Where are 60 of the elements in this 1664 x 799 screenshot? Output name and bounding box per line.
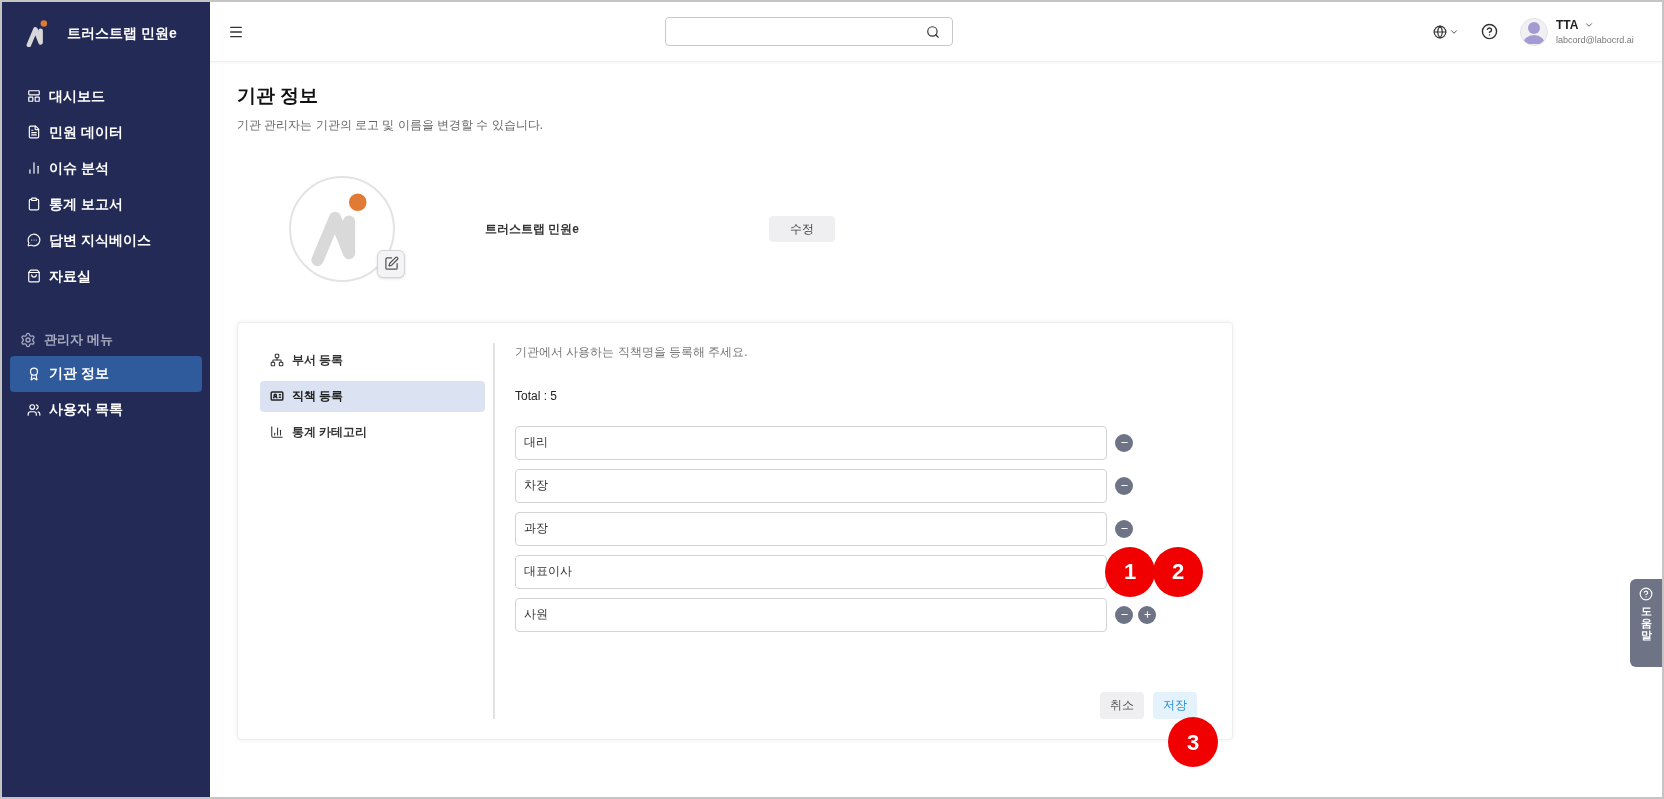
search-field[interactable] xyxy=(664,17,953,46)
callout-marker: 3 xyxy=(1168,717,1218,767)
add-button[interactable] xyxy=(1138,605,1156,624)
page-subtitle: 기관 관리자는 기관의 로고 및 이름을 변경할 수 있습니다. xyxy=(237,116,544,134)
user-email: labcord@labocrd.ai xyxy=(1556,33,1635,47)
organization-name: 트러스트랩 민원e xyxy=(485,220,580,238)
award-icon xyxy=(27,366,41,381)
section-heading: 관리자 메뉴 xyxy=(44,331,113,349)
sidebar-item[interactable]: 통계 보고서 xyxy=(10,186,202,222)
page-title: 기관 정보 xyxy=(237,84,320,108)
id-card-icon xyxy=(270,389,284,404)
position-input[interactable]: 사원 xyxy=(515,597,1107,632)
layout-icon xyxy=(27,89,41,103)
settings-tab[interactable]: 부서 등록 xyxy=(260,344,485,376)
settings-tab[interactable]: 직책 등록 xyxy=(260,380,485,412)
help-tab[interactable]: 도움말 xyxy=(1630,579,1662,667)
chat-bubble-icon xyxy=(27,233,41,247)
remove-button[interactable] xyxy=(1115,433,1133,452)
sidebar-item[interactable]: 이슈 분석 xyxy=(10,150,202,186)
edit-logo-button[interactable] xyxy=(377,249,405,278)
edit-button[interactable]: 수정 xyxy=(769,215,835,242)
settings-icon xyxy=(20,331,36,348)
settings-tab[interactable]: 통계 카테고리 xyxy=(260,416,485,448)
users-icon xyxy=(27,402,41,417)
plus-icon xyxy=(1142,610,1152,620)
user-silhouette-icon xyxy=(1523,19,1545,44)
document-icon xyxy=(27,125,41,139)
sidebar-item[interactable]: 대시보드 xyxy=(10,78,202,114)
hierarchy-icon xyxy=(270,353,284,368)
sidebar-item[interactable]: 답변 지식베이스 xyxy=(10,222,202,258)
callout-marker: 2 xyxy=(1153,546,1203,597)
position-input[interactable]: 과장 xyxy=(515,511,1107,546)
cancel-button[interactable]: 취소 xyxy=(1100,691,1144,719)
bar-chart-icon xyxy=(27,161,41,175)
position-input[interactable]: 대표이사 xyxy=(515,554,1107,589)
remove-button[interactable] xyxy=(1115,476,1133,495)
globe-icon xyxy=(1433,24,1447,39)
remove-button[interactable] xyxy=(1115,605,1133,624)
total-count: Total : 5 xyxy=(515,387,559,405)
sidebar-item[interactable]: 사용자 목록 xyxy=(10,391,202,428)
position-input[interactable]: 차장 xyxy=(515,468,1107,503)
avatar[interactable] xyxy=(1520,17,1548,46)
brand-name: 트러스트랩 민원e xyxy=(67,23,177,43)
language-button[interactable] xyxy=(1433,24,1459,39)
section-description: 기관에서 사용하는 직책명을 등록해 주세요. xyxy=(515,343,749,361)
position-input[interactable]: 대리 xyxy=(515,425,1107,460)
remove-button[interactable] xyxy=(1115,519,1133,538)
column-chart-icon xyxy=(270,425,284,440)
sidebar-item[interactable]: 기관 정보 xyxy=(10,355,202,392)
edit-icon xyxy=(383,256,399,272)
help-label: 도움말 xyxy=(1640,605,1652,642)
bag-icon xyxy=(27,269,41,283)
help-icon xyxy=(1639,587,1653,601)
clipboard-icon xyxy=(27,197,41,211)
user-name: TTA xyxy=(1556,16,1579,34)
search-icon xyxy=(925,24,940,39)
help-icon[interactable] xyxy=(1481,23,1498,40)
callout-marker: 1 xyxy=(1105,546,1155,597)
sidebar-item[interactable]: 자료실 xyxy=(10,258,202,294)
sidebar-item[interactable]: 민원 데이터 xyxy=(10,114,202,150)
